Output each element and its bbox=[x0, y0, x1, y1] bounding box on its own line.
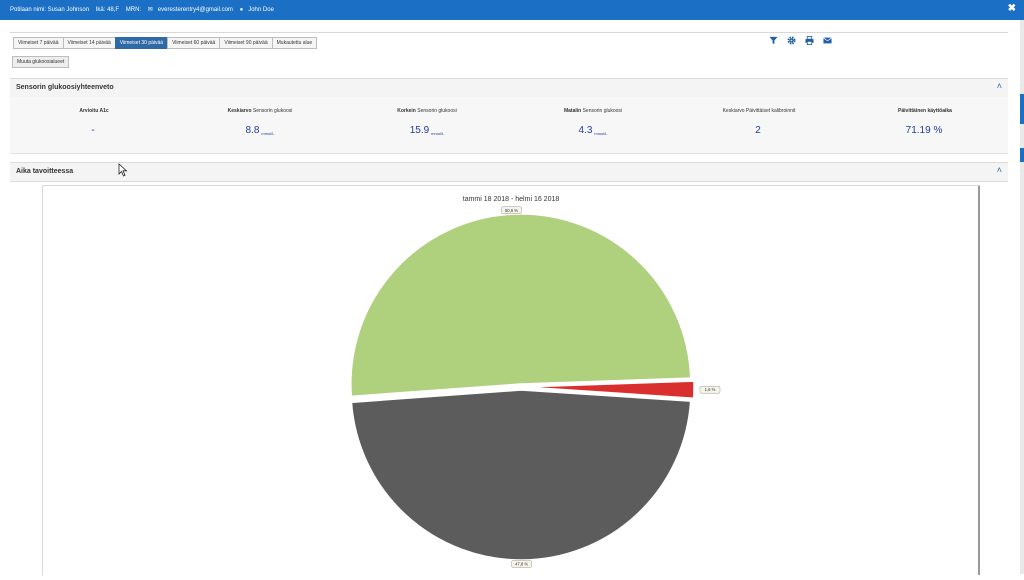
filter-icon[interactable] bbox=[769, 36, 778, 45]
divider bbox=[10, 32, 1008, 33]
tab-14-days[interactable]: Viimeiset 14 päivää bbox=[62, 37, 116, 49]
stat-daily-calibrations: Keskiarvo Päivittäiset kalibroinnit 2 bbox=[722, 108, 796, 136]
close-icon[interactable]: ✖ bbox=[1008, 3, 1016, 14]
patient-age: Ikä: 48,F bbox=[95, 7, 120, 13]
report-page: Viimeiset 7 päivää Viimeiset 14 päivää V… bbox=[10, 20, 1008, 575]
patient-email: everesterentry4@gmail.com bbox=[157, 7, 233, 13]
patient-info: Potilaan nimi: Susan Johnson Ikä: 48,F M… bbox=[10, 6, 279, 13]
clinician-name: John Doe bbox=[248, 7, 274, 13]
time-in-target-header[interactable]: Aika tavoitteessa ˄ bbox=[10, 162, 1008, 182]
time-in-target-pie-chart: tammi 18 2018 - helmi 16 2018 50,6 % 1,6 … bbox=[350, 196, 721, 568]
slice-data-label: 47,8 % bbox=[511, 560, 532, 568]
chart-title: tammi 18 2018 - helmi 16 2018 bbox=[463, 196, 560, 203]
email-icon: ✉ bbox=[147, 7, 153, 13]
scrollbar-thumb[interactable] bbox=[1020, 94, 1024, 124]
mouse-cursor bbox=[118, 163, 128, 177]
tab-90-days[interactable]: Viimeiset 90 päivää bbox=[219, 37, 273, 49]
chevron-up-icon[interactable]: ˄ bbox=[997, 81, 1002, 91]
tab-60-days[interactable]: Viimeiset 60 päivää bbox=[167, 37, 221, 49]
print-icon[interactable] bbox=[805, 36, 814, 45]
stat-average-glucose: Keskiarvo Sensorin glukoosi 8.8 mmol/L bbox=[227, 108, 293, 136]
slice-data-label: 1,6 % bbox=[699, 385, 721, 394]
time-in-target-title: Aika tavoitteessa bbox=[16, 168, 74, 175]
svg-text:50,6 %: 50,6 % bbox=[505, 208, 518, 213]
tab-30-days[interactable]: Viimeiset 30 päivää bbox=[114, 37, 169, 49]
svg-text:1,6 %: 1,6 % bbox=[705, 387, 716, 392]
top-bar: Potilaan nimi: Susan Johnson Ikä: 48,F M… bbox=[0, 0, 1024, 20]
user-icon: ● bbox=[239, 7, 244, 13]
pie-chart-container: tammi 18 2018 - helmi 16 2018 50,6 % 1,6 … bbox=[42, 185, 980, 575]
tab-custom-range[interactable]: Mukautettu alue bbox=[271, 37, 318, 49]
svg-text:47,8 %: 47,8 % bbox=[515, 561, 528, 566]
stat-highest-glucose: Korkein Sensorin glukoosi 15.9 mmol/L bbox=[397, 108, 457, 136]
patient-name: Potilaan nimi: Susan Johnson bbox=[10, 7, 90, 13]
summary-panel: Arvioitu A1c - Keskiarvo Sensorin glukoo… bbox=[10, 97, 1008, 154]
date-range-tabs: Viimeiset 7 päivää Viimeiset 14 päivää V… bbox=[13, 37, 318, 49]
tab-7-days[interactable]: Viimeiset 7 päivää bbox=[13, 37, 64, 49]
stat-estimated-a1c: Arvioitu A1c - bbox=[79, 108, 109, 136]
modify-glucose-ranges-button[interactable]: Muuta glukoosialueet bbox=[12, 56, 70, 68]
scrollbar[interactable] bbox=[1020, 20, 1024, 574]
pie-slice[interactable] bbox=[350, 389, 692, 561]
patient-mrn: MRN: bbox=[125, 7, 142, 13]
summary-title: Sensorin glukoosiyhteenveto bbox=[16, 84, 114, 91]
pie-slice[interactable] bbox=[350, 213, 692, 398]
chevron-up-icon[interactable]: ˄ bbox=[997, 165, 1002, 175]
toolbar bbox=[769, 36, 832, 45]
stat-lowest-glucose: Matalin Sensorin glukoosi 4.3 mmol/L bbox=[563, 108, 623, 136]
scrollbar-marker bbox=[1020, 148, 1024, 162]
divider bbox=[978, 186, 980, 575]
slice-data-label: 50,6 % bbox=[501, 206, 522, 215]
summary-panel-header[interactable]: Sensorin glukoosiyhteenveto ˄ bbox=[10, 78, 1008, 98]
stat-daily-usage: Päivittäinen käyttöaika 71.19 % bbox=[898, 108, 952, 136]
gear-icon[interactable] bbox=[787, 36, 796, 45]
envelope-icon[interactable] bbox=[823, 36, 832, 45]
